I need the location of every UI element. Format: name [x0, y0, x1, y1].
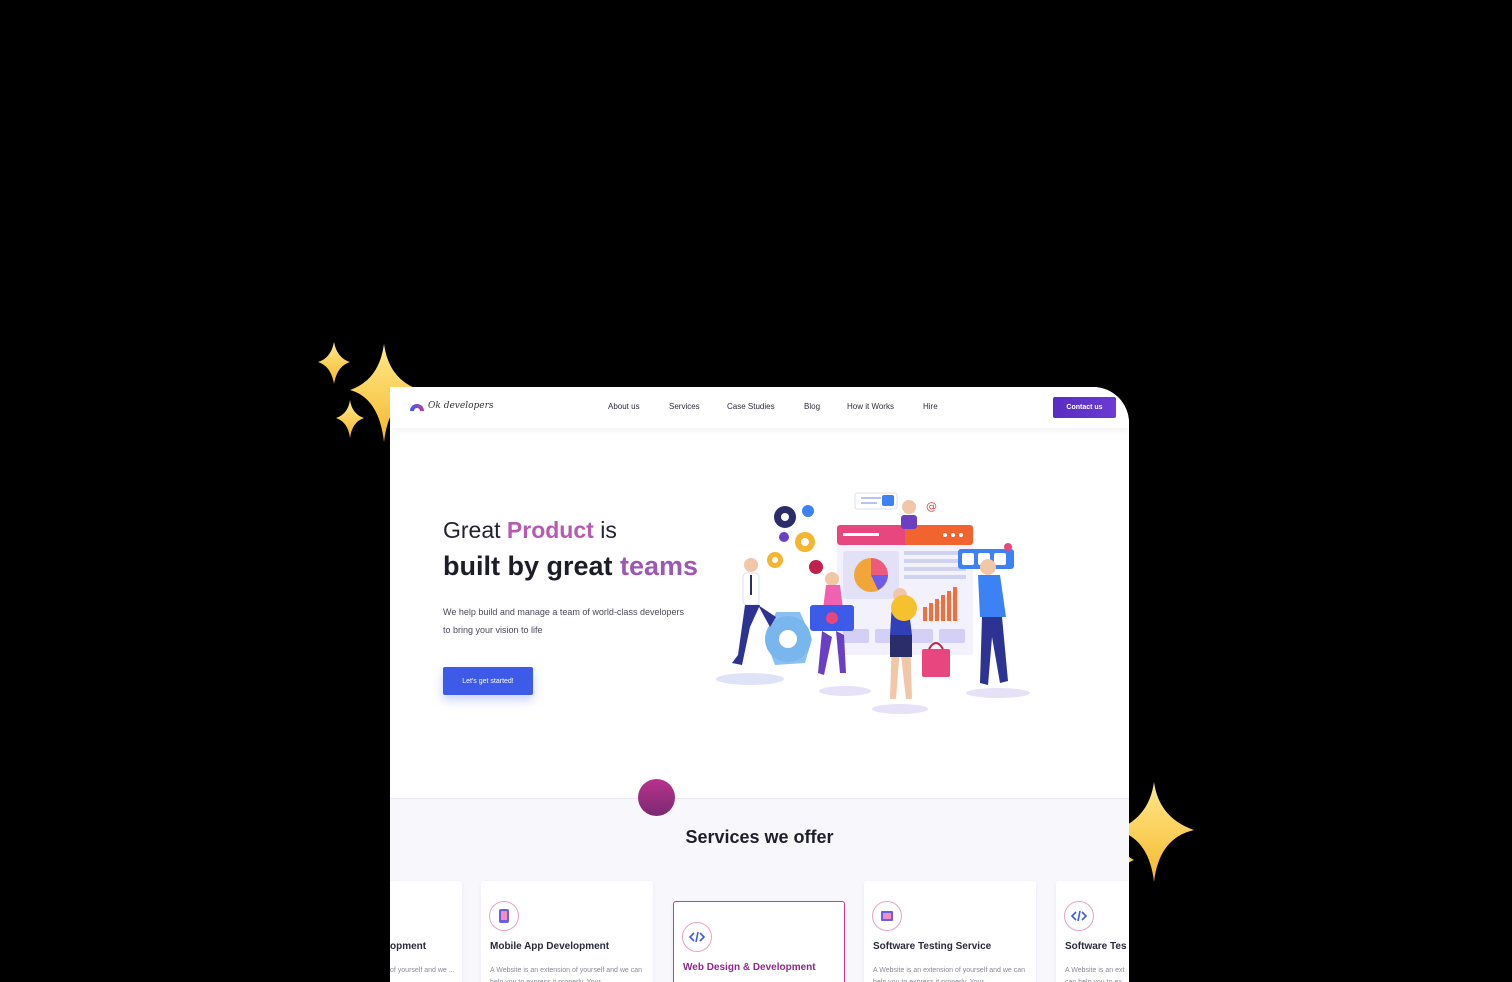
code-icon [1064, 901, 1094, 931]
hero-desc-line1: We help build and manage a team of world… [443, 607, 684, 617]
service-card[interactable]: opment of yourself and we ... properly. … [390, 881, 462, 982]
hero-line1-pre: Great [443, 517, 507, 543]
logo-icon [410, 404, 424, 411]
service-card-title: Software Tes [1065, 941, 1127, 952]
browser-frame: Ok developers About us Services Case Stu… [390, 387, 1129, 982]
service-card-desc: of yourself and we ... properly. Your [390, 967, 456, 974]
service-card-desc: A Website is an extension of yourself an… [873, 967, 1026, 982]
nav-services[interactable]: Services [669, 402, 700, 411]
hero-description: We help build and manage a team of world… [443, 603, 723, 639]
code-icon [682, 922, 712, 952]
service-card-title: Web Design & Development [683, 962, 816, 973]
hero-line2-accent: teams [620, 551, 699, 581]
hero-line2-pre: built by great [443, 551, 621, 581]
navbar: Ok developers About us Services Case Stu… [390, 387, 1129, 428]
nav-hire[interactable]: Hire [923, 402, 938, 411]
get-started-button[interactable]: Let's get started! [443, 667, 533, 695]
hero-desc-line2: to bring your vision to life [443, 625, 543, 635]
nav-blog[interactable]: Blog [804, 402, 820, 411]
svg-text:@: @ [926, 500, 937, 513]
services-title: Services we offer [685, 827, 834, 847]
service-card[interactable]: Mobile App Development A Website is an e… [481, 881, 653, 982]
service-card[interactable]: Software Testing Service A Website is an… [864, 881, 1036, 982]
hero-title-line1: Great Product is [443, 517, 617, 544]
nav-about-us[interactable]: About us [608, 402, 640, 411]
service-card-desc: A Website is an ext can help you to ex [1065, 967, 1125, 982]
testing-icon [872, 901, 902, 931]
service-card-title: opment [390, 941, 427, 952]
service-card-title: Software Testing Service [873, 941, 992, 952]
logo-text: Ok developers [428, 401, 494, 411]
contact-button[interactable]: Contact us [1053, 397, 1116, 418]
services-section: Services we offer opment of yourself and… [390, 798, 1129, 982]
service-card-desc: A Website is an extension of yourself an… [490, 967, 643, 982]
hero-line1-accent: Product [506, 517, 594, 543]
hero-line1-post: is [593, 517, 617, 543]
mobile-icon [489, 901, 519, 931]
logo[interactable]: Ok developers [409, 400, 494, 412]
service-card-title: Mobile App Development [490, 941, 610, 952]
nav-case-studies[interactable]: Case Studies [727, 402, 775, 411]
hero-title-line2: built by great teams [443, 551, 698, 582]
nav-how-it-works[interactable]: How it Works [847, 402, 894, 411]
decorative-bubble [638, 779, 675, 816]
service-card[interactable]: Software Tes A Website is an ext can hel… [1056, 881, 1129, 982]
team-illustration: @ [716, 492, 1030, 714]
service-card-active[interactable]: Web Design & Development [673, 901, 845, 982]
